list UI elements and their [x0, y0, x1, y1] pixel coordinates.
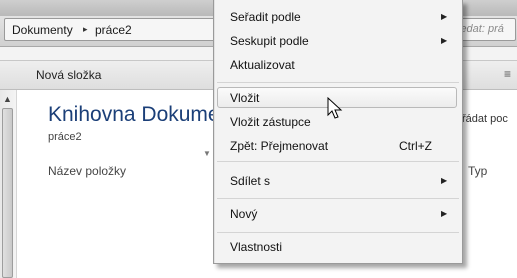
menu-separator — [217, 161, 459, 162]
breadcrumb-item-dokumenty[interactable]: Dokumenty — [12, 23, 73, 37]
menu-item-undo-rename[interactable]: Zpět: Přejmenovat — [230, 139, 328, 153]
column-header-name[interactable]: Název položky — [48, 164, 126, 178]
submenu-arrow-icon: ▶ — [441, 176, 448, 185]
column-header-type[interactable]: Typ — [468, 164, 487, 178]
submenu-arrow-icon: ▶ — [441, 209, 448, 218]
scrollbar-thumb[interactable] — [2, 108, 13, 278]
breadcrumb-item-prace2[interactable]: práce2 — [95, 23, 132, 37]
submenu-arrow-icon: ▶ — [441, 36, 448, 45]
sort-indicator-icon: ▼ — [203, 149, 211, 158]
library-subtitle: práce2 — [48, 131, 82, 143]
mouse-pointer-icon — [327, 97, 343, 119]
menu-item-paste-shortcut[interactable]: Vložit zástupce — [230, 115, 311, 129]
menu-item-new[interactable]: Nový — [230, 207, 257, 221]
search-input[interactable]: ledat: prá — [458, 23, 504, 35]
new-folder-button[interactable]: Nová složka — [36, 68, 101, 82]
menu-separator — [217, 232, 459, 233]
undo-shortcut-label: Ctrl+Z — [399, 139, 432, 153]
menu-item-sort-by[interactable]: Seřadit podle — [230, 10, 301, 24]
submenu-arrow-icon: ▶ — [441, 12, 448, 21]
menu-item-refresh[interactable]: Aktualizovat — [230, 58, 295, 72]
view-options-icon[interactable]: ≡ — [504, 67, 511, 81]
menu-separator — [217, 198, 459, 199]
menu-item-share-with[interactable]: Sdílet s — [230, 174, 270, 188]
breadcrumb-chevron-icon[interactable]: ▸ — [83, 24, 88, 35]
menu-item-paste[interactable]: Vložit — [230, 91, 259, 105]
arrange-by-dropdown[interactable]: řádat poc — [462, 113, 508, 125]
menu-separator — [217, 82, 459, 83]
scroll-up-arrow-icon[interactable]: ▲ — [3, 94, 12, 104]
library-title: Knihovna Dokume — [48, 103, 220, 126]
menu-gutter — [214, 0, 215, 263]
menu-item-group-by[interactable]: Seskupit podle — [230, 34, 309, 48]
menu-item-properties[interactable]: Vlastnosti — [230, 240, 282, 254]
